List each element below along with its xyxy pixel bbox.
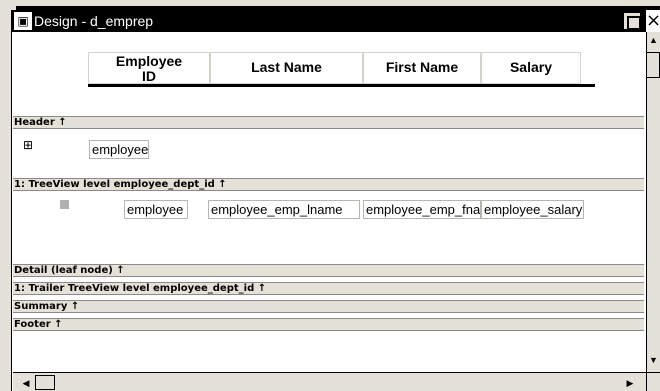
band-treeview-level[interactable]: 1: TreeView level employee_dept_id ↑: [13, 178, 644, 191]
field-employee-salary[interactable]: employee_salary: [481, 200, 584, 219]
restore-icon: [627, 16, 641, 30]
band-footer[interactable]: Footer ↑: [13, 318, 644, 331]
band-header[interactable]: Header ↑: [13, 116, 644, 129]
plus-box-icon[interactable]: ⊞: [23, 139, 35, 151]
window-left-edge: [0, 10, 12, 391]
band-summary[interactable]: Summary ↑: [13, 300, 644, 313]
scroll-left-icon[interactable]: ◀: [19, 376, 33, 390]
scroll-down-icon[interactable]: ▼: [647, 352, 660, 368]
close-icon[interactable]: ×: [646, 12, 660, 30]
header-label-employee-id[interactable]: Employee ID: [88, 52, 210, 84]
header-underline[interactable]: [88, 84, 595, 87]
header-label-first-name[interactable]: First Name: [363, 52, 481, 84]
field-employee-lname[interactable]: employee_emp_lname: [208, 200, 360, 219]
size-grip[interactable]: [646, 372, 660, 391]
square-icon: [60, 200, 69, 209]
scroll-up-icon[interactable]: ▲: [647, 32, 660, 48]
horizontal-scroll-thumb[interactable]: [35, 375, 55, 390]
scroll-right-icon[interactable]: ▶: [623, 376, 637, 390]
header-label-last-name[interactable]: Last Name: [210, 52, 363, 84]
vertical-scroll-thumb[interactable]: [647, 52, 660, 78]
horizontal-scrollbar[interactable]: ◀ ▶: [13, 372, 646, 391]
band-detail[interactable]: Detail (leaf node) ↑: [13, 264, 644, 277]
vertical-scrollbar[interactable]: ▲ ▼: [646, 32, 660, 372]
datawindow-app-icon[interactable]: ▣: [14, 12, 32, 30]
field-employee-fname[interactable]: employee_emp_fna: [363, 200, 481, 219]
band-trailer[interactable]: 1: Trailer TreeView level employee_dept_…: [13, 282, 644, 295]
restore-button[interactable]: [622, 11, 642, 31]
field-header-employee[interactable]: employee: [89, 140, 149, 159]
window-title: Design - d_emprep: [34, 13, 154, 29]
design-canvas[interactable]: Employee ID Last Name First Name Salary …: [13, 32, 644, 372]
title-bar[interactable]: ▣ Design - d_emprep: [12, 10, 646, 32]
field-employee-id[interactable]: employee: [124, 200, 188, 219]
header-label-salary[interactable]: Salary: [481, 52, 581, 84]
